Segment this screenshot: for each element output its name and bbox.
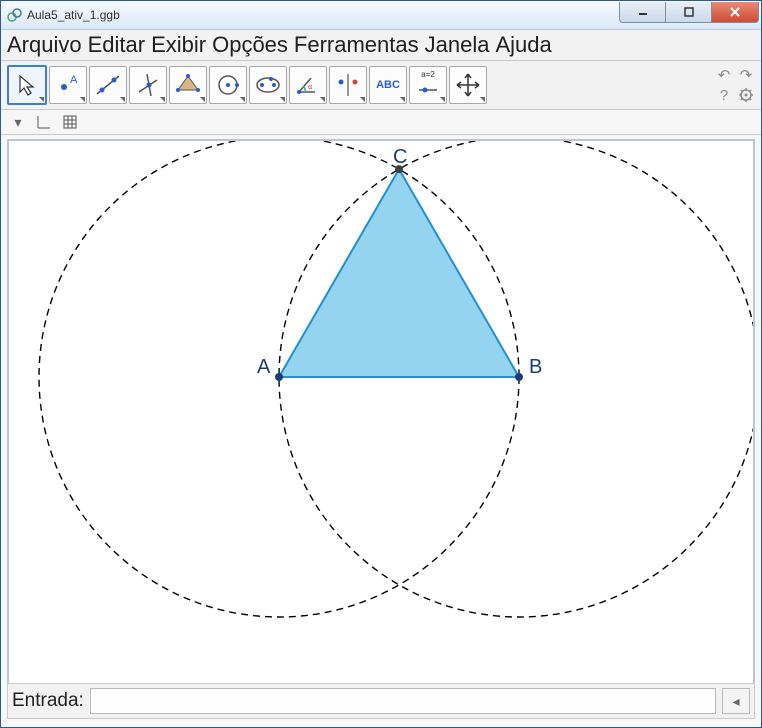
graphics-view[interactable]: A B C bbox=[7, 139, 755, 709]
polygon-tool[interactable] bbox=[169, 66, 207, 104]
label-c: C bbox=[393, 146, 407, 168]
settings-icon[interactable] bbox=[737, 86, 755, 104]
menu-editar[interactable]: Editar bbox=[88, 32, 145, 58]
dropdown-icon bbox=[120, 97, 125, 102]
view-menu-icon[interactable]: ▾ bbox=[9, 113, 27, 131]
circle-tool[interactable] bbox=[209, 66, 247, 104]
text-tool[interactable]: ABC bbox=[369, 66, 407, 104]
undo-button[interactable]: ↶ bbox=[715, 66, 733, 84]
point-tool[interactable]: A bbox=[49, 66, 87, 104]
graphics-view-header: ▾ bbox=[1, 110, 761, 135]
text-tool-label: ABC bbox=[376, 79, 400, 91]
move-graphics-tool[interactable] bbox=[449, 66, 487, 104]
window-controls bbox=[620, 2, 759, 22]
app-icon bbox=[7, 7, 23, 23]
dropdown-icon bbox=[80, 97, 85, 102]
axes-toggle-icon[interactable] bbox=[35, 113, 53, 131]
ellipse-tool[interactable] bbox=[249, 66, 287, 104]
svg-text:A: A bbox=[70, 74, 78, 86]
menu-bar: Arquivo Editar Exibir Opções Ferramentas… bbox=[1, 30, 761, 61]
tool-bar: A α ABC bbox=[1, 61, 761, 110]
menu-janela[interactable]: Janela bbox=[425, 32, 490, 58]
menu-exibir[interactable]: Exibir bbox=[151, 32, 206, 58]
input-field[interactable] bbox=[90, 688, 716, 714]
svg-text:α: α bbox=[308, 84, 312, 91]
maximize-button[interactable] bbox=[665, 2, 712, 23]
menu-ajuda[interactable]: Ajuda bbox=[495, 32, 551, 58]
dropdown-icon bbox=[480, 97, 485, 102]
reflect-tool[interactable] bbox=[329, 66, 367, 104]
menu-ferramentas[interactable]: Ferramentas bbox=[294, 32, 419, 58]
point-b[interactable] bbox=[515, 373, 523, 381]
perpendicular-tool[interactable] bbox=[129, 66, 167, 104]
slider-tool-label: a=2 bbox=[421, 70, 435, 79]
input-bar: Entrada: ◂ bbox=[7, 683, 755, 719]
point-a[interactable] bbox=[275, 373, 283, 381]
app-window: Aula5_ativ_1.ggb Arquivo Editar Exibir O… bbox=[0, 0, 762, 728]
dropdown-icon bbox=[320, 97, 325, 102]
label-b: B bbox=[529, 356, 542, 378]
grid-toggle-icon[interactable] bbox=[61, 113, 79, 131]
menu-opcoes[interactable]: Opções bbox=[212, 32, 288, 58]
window-title: Aula5_ativ_1.ggb bbox=[27, 8, 620, 22]
toolbar-right: ↶ ↷ ? bbox=[715, 66, 755, 104]
line-tool[interactable] bbox=[89, 66, 127, 104]
dropdown-icon bbox=[160, 97, 165, 102]
title-bar: Aula5_ativ_1.ggb bbox=[1, 1, 761, 30]
minimize-button[interactable] bbox=[619, 2, 666, 23]
dropdown-icon bbox=[240, 97, 245, 102]
close-button[interactable] bbox=[711, 2, 759, 23]
triangle-abc[interactable] bbox=[279, 169, 519, 377]
angle-tool[interactable]: α bbox=[289, 66, 327, 104]
help-icon[interactable]: ? bbox=[715, 86, 733, 104]
label-a: A bbox=[257, 356, 271, 378]
slider-tool[interactable]: a=2 bbox=[409, 66, 447, 104]
dropdown-icon bbox=[200, 97, 205, 102]
dropdown-icon bbox=[39, 97, 44, 102]
dropdown-icon bbox=[360, 97, 365, 102]
dropdown-icon bbox=[280, 97, 285, 102]
input-history-button[interactable]: ◂ bbox=[722, 688, 750, 714]
move-tool[interactable] bbox=[7, 65, 47, 105]
redo-button[interactable]: ↷ bbox=[737, 66, 755, 84]
menu-arquivo[interactable]: Arquivo bbox=[7, 32, 82, 58]
dropdown-icon bbox=[400, 97, 405, 102]
dropdown-icon bbox=[440, 97, 445, 102]
input-label: Entrada: bbox=[12, 690, 84, 712]
